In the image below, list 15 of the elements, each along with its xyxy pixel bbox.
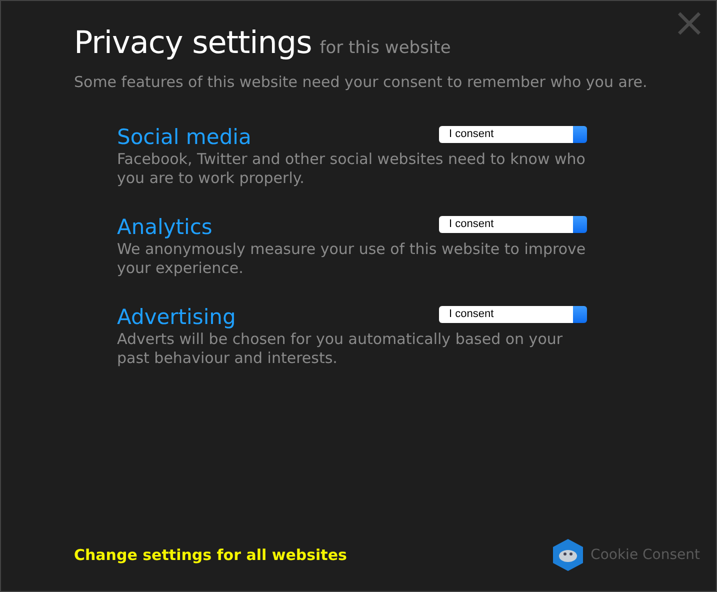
brand-name: Cookie Consent [590, 546, 700, 564]
settings-link[interactable]: Change settings for all websites [74, 544, 347, 566]
section-description: Facebook, Twitter and other social websites need to know who you are to work properly. [117, 150, 586, 188]
section-heading: Social media [117, 124, 252, 150]
consent-select[interactable]: I consent [439, 216, 587, 232]
logo-icon [552, 539, 583, 571]
consent-select[interactable]: I consent [439, 126, 587, 142]
dialog-subtitle: for this website [320, 37, 451, 60]
section-description: We anonymously measure your use of this website to improve your experience. [117, 240, 587, 278]
section-heading: Advertising [117, 304, 236, 330]
section-heading: Analytics [117, 214, 212, 240]
intro-text: Some features of this website need your consent to remember who you are. [74, 72, 648, 93]
section-description: Adverts will be chosen for you automatically based on your past behaviour and interests. [117, 330, 564, 368]
dialog-title: Privacy settings [74, 24, 312, 63]
consent-select[interactable]: I consent [439, 306, 587, 322]
